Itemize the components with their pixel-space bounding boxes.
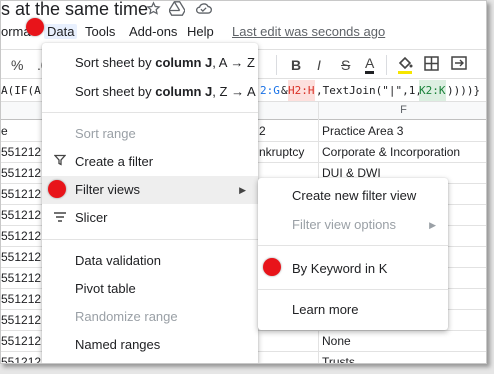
document-title[interactable]: s at the same time bbox=[1, 1, 148, 20]
drive-icon[interactable] bbox=[168, 1, 186, 19]
menu-data[interactable]: Data bbox=[44, 24, 78, 39]
cell[interactable]: Practice Area 3 bbox=[322, 124, 486, 138]
formula-range-h: H2:H bbox=[288, 80, 315, 101]
column-header-f[interactable]: F bbox=[319, 104, 486, 116]
menu-item-label: Filter view options bbox=[292, 217, 397, 232]
menu-item-label: Data validation bbox=[75, 253, 161, 268]
toolbar-divider bbox=[276, 55, 277, 75]
cloud-icon[interactable] bbox=[194, 1, 212, 19]
menu-divider bbox=[42, 112, 258, 113]
cell[interactable]: 551212 bbox=[1, 355, 41, 363]
filter-icon bbox=[51, 148, 69, 176]
menu-item-label: Slicer bbox=[75, 210, 108, 225]
cell[interactable]: 551212 bbox=[1, 145, 41, 159]
fill-color-icon[interactable] bbox=[397, 56, 413, 78]
spreadsheet-window: s at the same time orma Data Tools Add-o… bbox=[0, 0, 487, 364]
menu-item-label: Pivot table bbox=[75, 281, 136, 296]
cell[interactable]: 551212 bbox=[1, 208, 41, 222]
formula-prefix: A(IF(A bbox=[1, 84, 41, 97]
data-validation[interactable]: Data validation bbox=[42, 247, 258, 275]
sort-sheet-za[interactable]: Sort sheet by column J, Z → A bbox=[42, 78, 258, 106]
borders-icon[interactable] bbox=[424, 56, 439, 75]
pivot-table[interactable]: Pivot table bbox=[42, 275, 258, 303]
menu-addons[interactable]: Add-ons bbox=[129, 24, 177, 39]
menu-help[interactable]: Help bbox=[187, 24, 214, 39]
data-menu: Sort sheet by column J, A → Z Sort sheet… bbox=[42, 43, 258, 363]
cell[interactable]: e bbox=[1, 124, 8, 138]
menu-item-label: Sort range bbox=[75, 126, 136, 141]
menu-item-label: Named ranges bbox=[75, 337, 161, 352]
create-new-filter-view[interactable]: Create new filter view bbox=[258, 182, 448, 210]
slicer[interactable]: Slicer bbox=[42, 204, 258, 232]
menu-item-label-bold: column J bbox=[155, 55, 213, 70]
filter-view-by-keyword[interactable]: By Keyword in K bbox=[258, 255, 448, 283]
menu-item-label: Filter views bbox=[75, 182, 141, 197]
formula-end: ))))} bbox=[447, 84, 481, 97]
randomize-range[interactable]: Randomize range bbox=[42, 303, 258, 331]
menu-bar: orma Data Tools Add-ons Help Last edit w… bbox=[1, 23, 486, 43]
strikethrough-button[interactable]: S bbox=[341, 56, 350, 74]
menu-item-label: Sort sheet by bbox=[75, 84, 156, 99]
menu-divider bbox=[258, 245, 448, 246]
formula-range-k: K2:K bbox=[419, 80, 446, 101]
filter-views-submenu: Create new filter view Filter view optio… bbox=[258, 178, 448, 330]
percent-format-button[interactable]: % bbox=[11, 56, 23, 74]
filter-view-options[interactable]: Filter view options ▶ bbox=[258, 211, 448, 239]
slicer-icon bbox=[51, 204, 69, 232]
menu-item-label: Sort sheet by bbox=[75, 55, 156, 70]
cell[interactable]: Corporate & Incorporation bbox=[322, 145, 486, 159]
menu-item-label-bold: column J bbox=[155, 84, 213, 99]
menu-divider bbox=[42, 239, 258, 240]
annotation-dot-data-menu bbox=[26, 18, 44, 36]
submenu-arrow-icon: ▶ bbox=[239, 185, 246, 195]
sort-sheet-az[interactable]: Sort sheet by column J, A → Z bbox=[42, 49, 258, 77]
menu-item-label: Learn more bbox=[292, 302, 359, 317]
formula-amp: & bbox=[281, 84, 288, 97]
menu-item-label: , A → Z bbox=[212, 55, 255, 70]
menu-item-label: Create new filter view bbox=[292, 188, 417, 203]
cell[interactable]: None bbox=[322, 334, 486, 348]
toolbar-divider bbox=[386, 55, 387, 75]
filter-views[interactable]: Filter views ▶ bbox=[42, 176, 258, 204]
formula-range-g: 2:G bbox=[260, 84, 280, 97]
cell[interactable]: 551212 bbox=[1, 292, 41, 306]
merge-cells-icon[interactable] bbox=[451, 56, 467, 74]
menu-item-label: By Keyword in K bbox=[292, 261, 388, 276]
named-ranges[interactable]: Named ranges bbox=[42, 331, 258, 359]
menu-item-label: , Z → A bbox=[212, 84, 256, 99]
last-edit-link[interactable]: Last edit was seconds ago bbox=[232, 24, 385, 39]
create-filter[interactable]: Create a filter bbox=[42, 148, 258, 176]
menu-divider bbox=[258, 289, 448, 290]
sort-range[interactable]: Sort range bbox=[42, 120, 258, 148]
star-icon[interactable] bbox=[144, 1, 162, 19]
menu-item-label: Randomize range bbox=[75, 309, 178, 324]
bold-button[interactable]: B bbox=[291, 56, 301, 74]
cell[interactable]: 551212 bbox=[1, 271, 41, 285]
cell[interactable]: Trusts bbox=[322, 355, 486, 363]
annotation-dot-by-keyword bbox=[263, 258, 281, 276]
cell[interactable]: 551212 bbox=[1, 187, 41, 201]
annotation-dot-filter-views bbox=[48, 180, 66, 198]
title-bar: s at the same time bbox=[1, 1, 486, 21]
formula-textjoin: ,TextJoin("|",1, bbox=[316, 84, 422, 97]
menu-item-label: Create a filter bbox=[75, 154, 154, 169]
cell[interactable]: 551212 bbox=[1, 166, 41, 180]
italic-button[interactable]: I bbox=[317, 56, 321, 74]
text-color-button[interactable]: A bbox=[365, 56, 375, 74]
cell[interactable]: 2 bbox=[259, 124, 317, 138]
menu-tools[interactable]: Tools bbox=[85, 24, 115, 39]
learn-more-link[interactable]: Learn more bbox=[258, 296, 448, 324]
cell[interactable]: 551212 bbox=[1, 229, 41, 243]
submenu-arrow-icon: ▶ bbox=[429, 220, 436, 230]
cell[interactable]: nkruptcy bbox=[259, 145, 317, 159]
cell[interactable]: 551212 bbox=[1, 250, 41, 264]
